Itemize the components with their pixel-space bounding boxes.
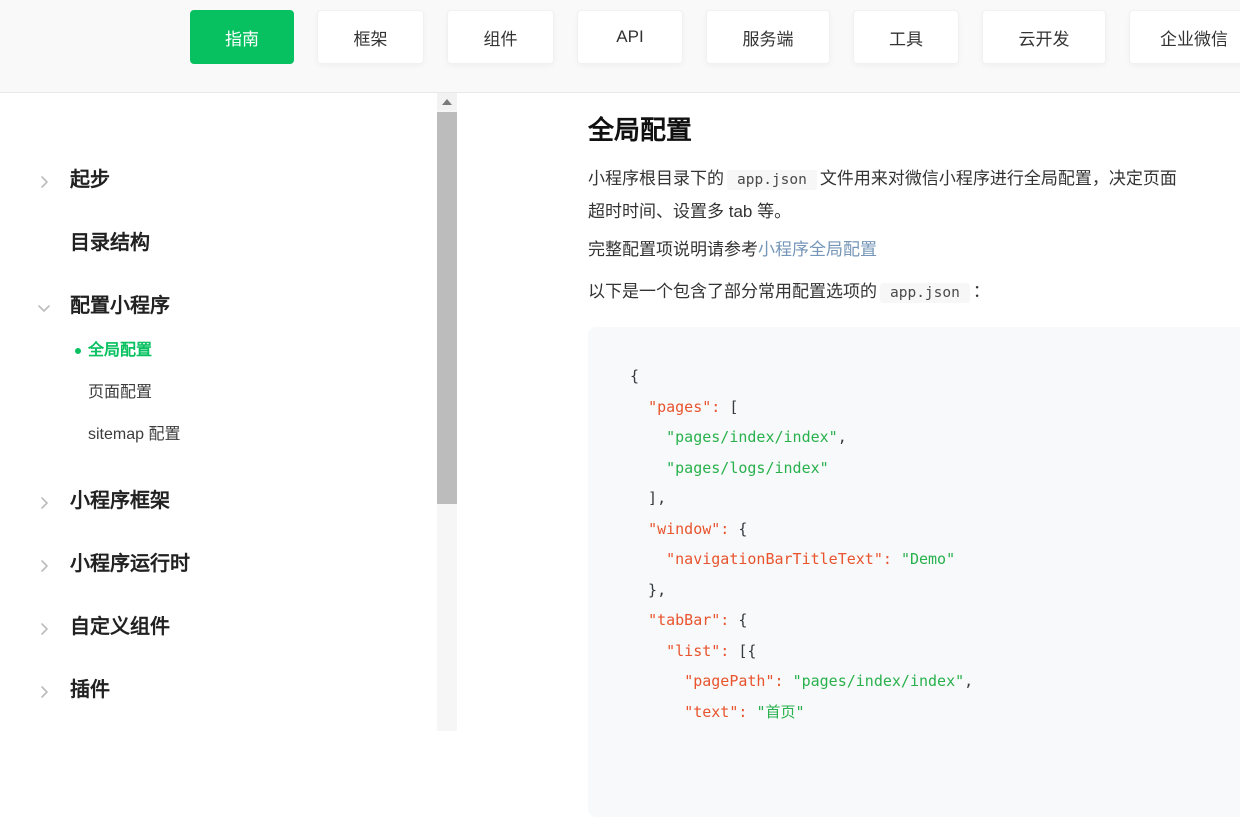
active-bullet-icon [75, 348, 81, 354]
sidebar-item-configuration[interactable]: 配置小程序 [0, 294, 457, 318]
sidebar-nav: 起步 目录结构 配置小程序 全局配置 页面配置 sit [0, 93, 457, 702]
sidebar-item-label: 小程序运行时 [70, 553, 190, 575]
sidebar-item-label: 起步 [70, 169, 110, 191]
reference-text: 完整配置项说明请参考 [588, 240, 758, 259]
intro-paragraph: 小程序根目录下的app.json文件用来对微信小程序进行全局配置，决定页面 超时… [588, 163, 1240, 228]
sidebar-subitem-label: sitemap 配置 [88, 426, 180, 443]
sidebar-item-getting-started[interactable]: 起步 [0, 168, 457, 192]
nav-tab-tools[interactable]: 工具 [853, 10, 959, 64]
nav-tab-wecom[interactable]: 企业微信 [1129, 10, 1240, 64]
nav-tab-components[interactable]: 组件 [447, 10, 554, 64]
chevron-right-icon [36, 556, 52, 572]
chevron-right-icon [36, 493, 52, 509]
content-area: 起步 目录结构 配置小程序 全局配置 页面配置 sit [0, 93, 1240, 731]
sidebar-scrollbar[interactable] [437, 93, 457, 731]
scrollbar-up-button[interactable] [437, 93, 457, 110]
top-nav-bar: 指南 框架 组件 API 服务端 工具 云开发 企业微信 [0, 0, 1240, 93]
sidebar-sublist-configuration: 全局配置 页面配置 sitemap 配置 [0, 339, 457, 447]
inline-code-appjson: app.json [880, 283, 970, 303]
nav-tab-guide[interactable]: 指南 [190, 10, 294, 64]
nav-tab-api[interactable]: API [577, 10, 683, 64]
nav-tabs: 指南 框架 组件 API 服务端 工具 云开发 企业微信 [0, 0, 1240, 64]
triangle-up-icon [442, 99, 452, 105]
sidebar: 起步 目录结构 配置小程序 全局配置 页面配置 sit [0, 93, 457, 731]
sidebar-item-runtime[interactable]: 小程序运行时 [0, 552, 457, 576]
scrollbar-thumb[interactable] [437, 112, 457, 504]
sidebar-subitem-label: 全局配置 [88, 342, 152, 359]
intro-text-before: 小程序根目录下的 [588, 169, 724, 188]
nav-tab-cloud[interactable]: 云开发 [982, 10, 1106, 64]
global-config-link[interactable]: 小程序全局配置 [758, 240, 877, 259]
sidebar-item-plugins[interactable]: 插件 [0, 678, 457, 702]
sidebar-subitem-global-config[interactable]: 全局配置 [0, 339, 457, 363]
chevron-right-icon [36, 682, 52, 698]
sidebar-item-label: 自定义组件 [70, 616, 170, 638]
sidebar-subitem-sitemap-config[interactable]: sitemap 配置 [0, 423, 457, 447]
sidebar-subitem-label: 页面配置 [88, 384, 152, 401]
chevron-right-icon [36, 172, 52, 188]
sidebar-subitem-page-config[interactable]: 页面配置 [0, 381, 457, 405]
example-text-before: 以下是一个包含了部分常用配置选项的 [588, 282, 877, 301]
sidebar-item-label: 配置小程序 [70, 295, 170, 317]
reference-paragraph: 完整配置项说明请参考小程序全局配置 [588, 234, 1240, 266]
page-title: 全局配置 [588, 113, 1240, 147]
sidebar-item-framework[interactable]: 小程序框架 [0, 489, 457, 513]
nav-tab-server[interactable]: 服务端 [706, 10, 830, 64]
chevron-right-icon [36, 619, 52, 635]
example-text-after: ： [973, 282, 990, 301]
nav-tab-framework[interactable]: 框架 [317, 10, 424, 64]
sidebar-item-directory-structure[interactable]: 目录结构 [0, 231, 457, 255]
code-block[interactable]: { "pages": [ "pages/index/index", "pages… [588, 327, 1240, 817]
chevron-down-icon [36, 298, 52, 314]
intro-text-after: 文件用来对微信小程序进行全局配置，决定页面 [820, 169, 1177, 188]
example-intro-paragraph: 以下是一个包含了部分常用配置选项的app.json： [588, 276, 1240, 309]
intro-text-line2: 超时时间、设置多 tab 等。 [588, 196, 1240, 228]
main-content: 全局配置 小程序根目录下的app.json文件用来对微信小程序进行全局配置，决定… [457, 93, 1240, 731]
sidebar-item-label: 目录结构 [70, 232, 150, 254]
sidebar-item-label: 插件 [70, 679, 110, 701]
sidebar-item-label: 小程序框架 [70, 490, 170, 512]
sidebar-item-custom-components[interactable]: 自定义组件 [0, 615, 457, 639]
inline-code-appjson: app.json [727, 170, 817, 190]
